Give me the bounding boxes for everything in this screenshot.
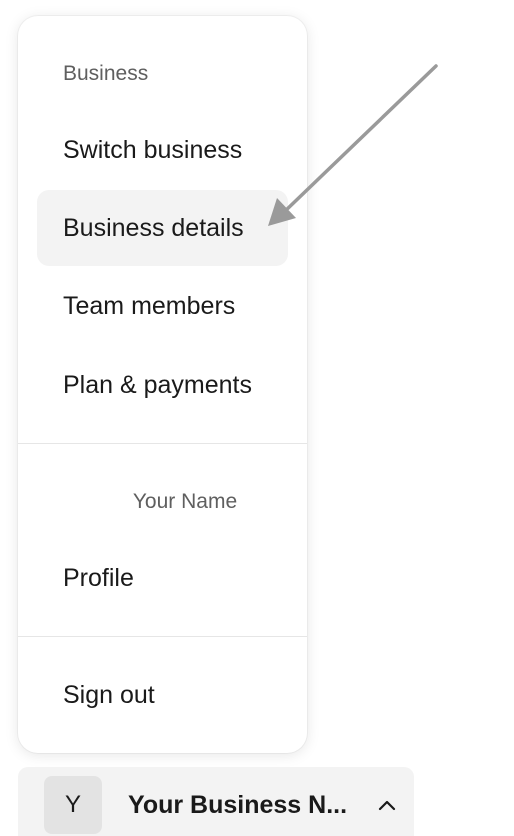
user-section-heading: Your Name: [132, 490, 238, 513]
page: Business Switch business Business detail…: [0, 0, 514, 836]
menu-divider: [18, 636, 307, 637]
plan-payments-label: Plan & payments: [63, 370, 252, 399]
account-dropdown-menu: Business Switch business Business detail…: [18, 16, 307, 753]
sign-out-item[interactable]: Sign out: [37, 657, 288, 733]
business-name: Your Business N...: [128, 791, 348, 819]
menu-divider: [18, 443, 307, 444]
business-details-item[interactable]: Business details: [37, 190, 288, 266]
team-members-item[interactable]: Team members: [37, 268, 288, 344]
avatar: Y: [44, 776, 102, 834]
switch-business-label: Switch business: [63, 135, 243, 164]
profile-label: Profile: [63, 563, 134, 592]
sign-out-label: Sign out: [63, 680, 155, 709]
chevron-up-icon: [378, 800, 396, 811]
profile-item[interactable]: Profile: [37, 540, 288, 616]
account-switcher-button[interactable]: Y Your Business N...: [18, 767, 414, 836]
team-members-label: Team members: [63, 291, 236, 320]
switch-business-item[interactable]: Switch business: [37, 112, 288, 188]
plan-payments-item[interactable]: Plan & payments: [37, 347, 288, 423]
business-details-label: Business details: [63, 213, 244, 242]
business-section-heading: Business: [63, 62, 149, 85]
